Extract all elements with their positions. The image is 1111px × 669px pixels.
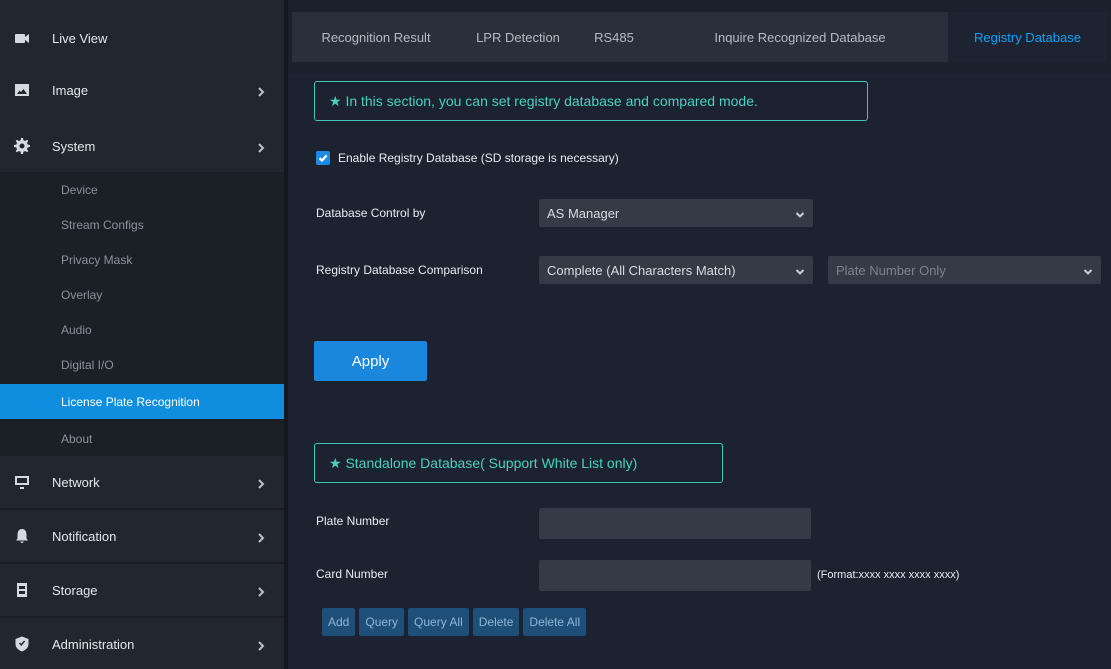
plate-number-input[interactable] bbox=[539, 508, 811, 539]
gear-icon bbox=[13, 137, 31, 155]
database-control-value: AS Manager bbox=[547, 205, 620, 221]
chevron-right-icon bbox=[256, 477, 266, 489]
storage-icon bbox=[13, 581, 31, 599]
chevron-right-icon bbox=[256, 639, 266, 651]
database-control-select[interactable]: AS Manager bbox=[539, 199, 813, 227]
comparison-mode-value: Complete (All Characters Match) bbox=[547, 262, 736, 278]
sidebar-item-label: Notification bbox=[52, 528, 117, 544]
enable-registry-checkbox[interactable] bbox=[316, 151, 330, 165]
sidebar-item-system[interactable]: System bbox=[0, 120, 284, 172]
card-number-input[interactable] bbox=[539, 560, 811, 591]
tab-registry-database[interactable]: Registry Database bbox=[948, 12, 1107, 62]
database-control-label: Database Control by bbox=[316, 206, 426, 220]
tab-recognition-result[interactable]: Recognition Result bbox=[292, 12, 460, 62]
image-icon bbox=[13, 81, 31, 99]
chevron-right-icon bbox=[256, 585, 266, 597]
sidebar-item-label: Storage bbox=[52, 582, 98, 598]
apply-button[interactable]: Apply bbox=[314, 341, 427, 381]
delete-all-button[interactable]: Delete All bbox=[523, 608, 587, 636]
enable-registry-label: Enable Registry Database (SD storage is … bbox=[338, 151, 619, 165]
checkmark-icon bbox=[318, 154, 328, 163]
comparison-mode-select[interactable]: Complete (All Characters Match) bbox=[539, 256, 813, 284]
comparison-scope-select[interactable]: Plate Number Only bbox=[828, 256, 1101, 284]
card-number-label: Card Number bbox=[316, 567, 389, 581]
sidebar-item-storage[interactable]: Storage bbox=[0, 564, 284, 616]
query-button[interactable]: Query bbox=[359, 608, 405, 636]
sidebar: Live View Image System Device Stream Con… bbox=[0, 0, 288, 669]
submenu-item-digital-io[interactable]: Digital I/O bbox=[0, 347, 284, 382]
registry-notice: ★ In this section, you can set registry … bbox=[314, 81, 868, 121]
standalone-actions: Add Query Query All Delete Delete All bbox=[322, 608, 587, 636]
submenu-item-about[interactable]: About bbox=[0, 421, 284, 456]
chevron-right-icon bbox=[256, 531, 266, 543]
query-all-button[interactable]: Query All bbox=[408, 608, 469, 636]
sidebar-item-administration[interactable]: Administration bbox=[0, 618, 284, 669]
sidebar-item-label: System bbox=[52, 138, 96, 154]
live-view-icon bbox=[13, 29, 31, 47]
sidebar-item-label: Network bbox=[52, 474, 100, 490]
app-window: Live View Image System Device Stream Con… bbox=[0, 0, 1111, 669]
plate-number-label: Plate Number bbox=[316, 514, 390, 528]
monitor-icon bbox=[13, 473, 31, 491]
submenu-item-privacy-mask[interactable]: Privacy Mask bbox=[0, 242, 284, 277]
system-submenu: Device Stream Configs Privacy Mask Overl… bbox=[0, 172, 284, 456]
submenu-item-stream-configs[interactable]: Stream Configs bbox=[0, 207, 284, 242]
sidebar-item-label: Administration bbox=[52, 636, 135, 652]
shield-icon bbox=[13, 635, 31, 653]
card-format-hint: (Format:xxxx xxxx xxxx xxxx) bbox=[817, 569, 960, 581]
sidebar-item-network[interactable]: Network bbox=[0, 456, 284, 508]
chevron-down-icon bbox=[795, 208, 805, 218]
submenu-item-license-plate-recognition[interactable]: License Plate Recognition bbox=[0, 384, 284, 419]
bell-icon bbox=[13, 527, 31, 545]
submenu-item-overlay[interactable]: Overlay bbox=[0, 277, 284, 312]
chevron-right-icon bbox=[256, 141, 266, 153]
delete-button[interactable]: Delete bbox=[472, 608, 520, 636]
chevron-right-icon bbox=[256, 85, 266, 97]
comparison-scope-value: Plate Number Only bbox=[836, 262, 946, 278]
tab-lpr-detection[interactable]: LPR Detection bbox=[460, 12, 576, 62]
comparison-label: Registry Database Comparison bbox=[316, 263, 483, 277]
sidebar-item-live-view[interactable]: Live View bbox=[0, 12, 284, 64]
tab-bar: Recognition Result LPR Detection RS485 I… bbox=[292, 12, 1107, 62]
chevron-down-icon bbox=[1083, 265, 1093, 275]
add-button[interactable]: Add bbox=[322, 608, 356, 636]
sidebar-item-notification[interactable]: Notification bbox=[0, 510, 284, 562]
enable-registry-row[interactable]: Enable Registry Database (SD storage is … bbox=[316, 151, 619, 165]
tab-inquire-recognized-database[interactable]: Inquire Recognized Database bbox=[652, 12, 948, 62]
tab-rs485[interactable]: RS485 bbox=[576, 12, 652, 62]
chevron-down-icon bbox=[795, 265, 805, 275]
sidebar-item-image[interactable]: Image bbox=[0, 64, 284, 116]
standalone-notice: ★ Standalone Database( Support White Lis… bbox=[314, 443, 723, 483]
submenu-item-device[interactable]: Device bbox=[0, 172, 284, 207]
sidebar-item-label: Image bbox=[52, 82, 89, 98]
tab-bar-container: Recognition Result LPR Detection RS485 I… bbox=[288, 0, 1111, 74]
submenu-item-audio[interactable]: Audio bbox=[0, 312, 284, 347]
sidebar-item-label: Live View bbox=[52, 30, 108, 46]
